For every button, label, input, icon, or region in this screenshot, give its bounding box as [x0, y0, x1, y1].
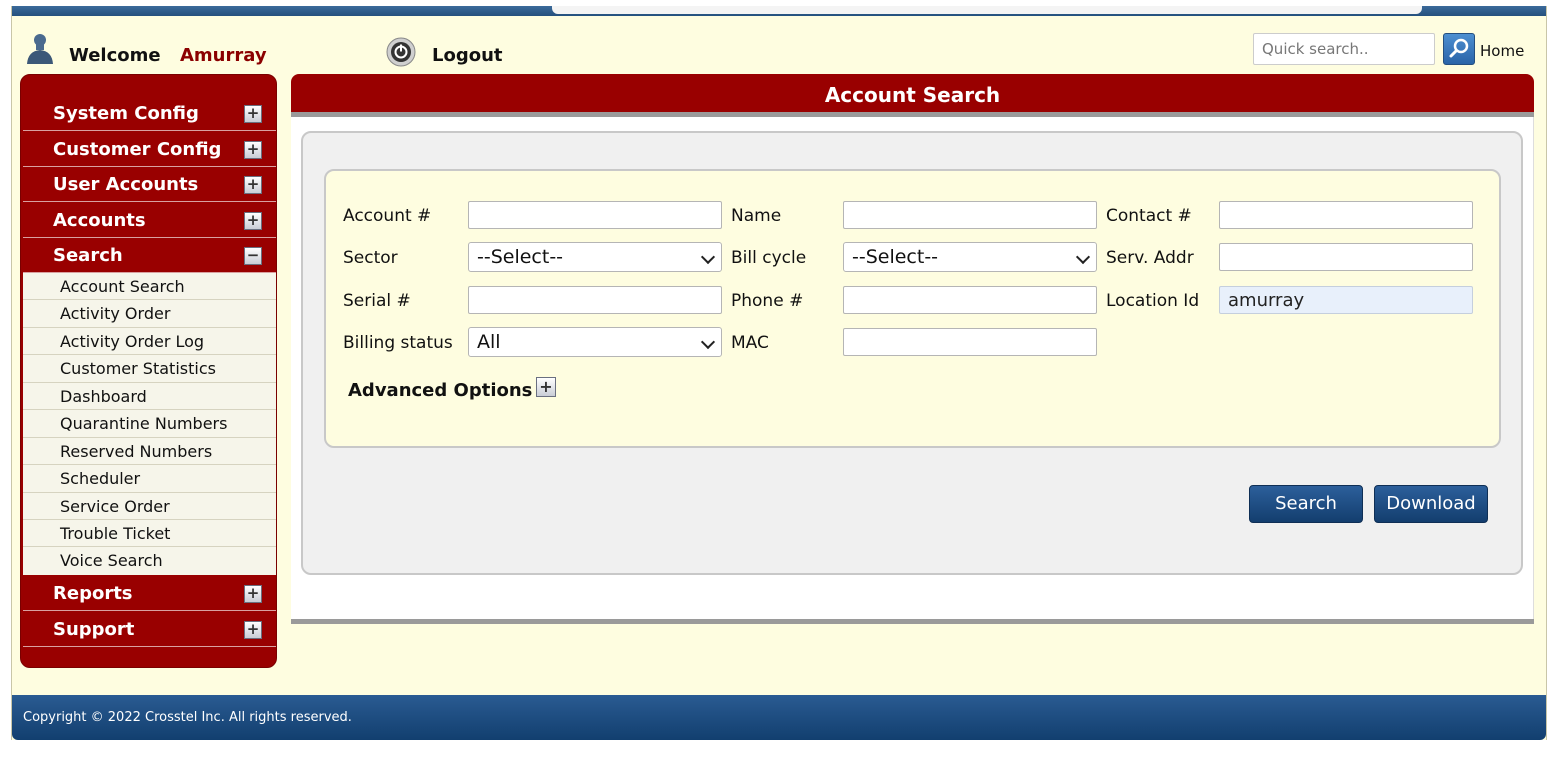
- sidebar-item-user-accounts[interactable]: User Accounts +: [23, 168, 276, 202]
- expand-icon[interactable]: +: [244, 141, 262, 159]
- sector-select[interactable]: --Select--: [468, 242, 722, 272]
- submenu-dashboard[interactable]: Dashboard: [23, 383, 276, 411]
- name-label: Name: [731, 206, 782, 226]
- expand-icon[interactable]: +: [244, 212, 262, 230]
- billing-status-label: Billing status: [343, 333, 453, 353]
- account-input[interactable]: [468, 201, 722, 229]
- advanced-options-label[interactable]: Advanced Options: [348, 380, 532, 401]
- expand-icon[interactable]: +: [244, 621, 262, 639]
- sidebar-item-label: Accounts: [53, 210, 146, 231]
- contact-label: Contact #: [1106, 206, 1192, 226]
- chevron-down-icon: [700, 249, 716, 265]
- submenu-scheduler[interactable]: Scheduler: [23, 465, 276, 493]
- name-input[interactable]: [843, 201, 1097, 229]
- submenu-service-order[interactable]: Service Order: [23, 493, 276, 520]
- user-icon: [27, 34, 53, 64]
- sidebar: System Config + Customer Config + User A…: [20, 74, 277, 668]
- mac-input[interactable]: [843, 328, 1097, 356]
- page-title: Account Search: [291, 74, 1534, 112]
- footer: Copyright © 2022 Crosstel Inc. All right…: [12, 695, 1546, 740]
- chevron-down-icon: [1075, 249, 1091, 265]
- sidebar-item-label: Reports: [53, 583, 133, 604]
- sector-label: Sector: [343, 248, 398, 268]
- expand-icon[interactable]: +: [536, 377, 556, 397]
- sidebar-item-system-config[interactable]: System Config +: [23, 97, 276, 131]
- collapse-icon[interactable]: −: [244, 247, 262, 265]
- submenu-account-search[interactable]: Account Search: [23, 273, 276, 301]
- contact-input[interactable]: [1219, 201, 1473, 229]
- top-bar-notch: [552, 6, 1422, 14]
- logout-link[interactable]: Logout: [432, 45, 503, 66]
- submenu-voice-search[interactable]: Voice Search: [23, 547, 276, 574]
- sidebar-item-support[interactable]: Support +: [23, 613, 276, 647]
- submenu-trouble-ticket[interactable]: Trouble Ticket: [23, 520, 276, 548]
- sidebar-item-label: Customer Config: [53, 139, 222, 160]
- sidebar-item-accounts[interactable]: Accounts +: [23, 204, 276, 238]
- username: Amurray: [180, 45, 267, 66]
- serv-addr-label: Serv. Addr: [1106, 248, 1194, 268]
- quick-search-input[interactable]: [1253, 33, 1435, 65]
- expand-icon[interactable]: +: [244, 105, 262, 123]
- expand-icon[interactable]: +: [244, 176, 262, 194]
- mac-label: MAC: [731, 333, 769, 353]
- expand-icon[interactable]: +: [244, 585, 262, 603]
- serial-label: Serial #: [343, 291, 411, 311]
- search-submenu: Account Search Activity Order Activity O…: [23, 273, 276, 575]
- app-frame: Welcome Amurray Logout Home System Confi…: [11, 6, 1547, 740]
- location-id-label: Location Id: [1106, 291, 1200, 311]
- submenu-activity-order-log[interactable]: Activity Order Log: [23, 328, 276, 356]
- search-button[interactable]: Search: [1249, 485, 1363, 523]
- bill-cycle-label: Bill cycle: [731, 248, 807, 268]
- phone-input[interactable]: [843, 286, 1097, 314]
- copyright-text: Copyright © 2022 Crosstel Inc. All right…: [23, 710, 352, 725]
- sidebar-item-search[interactable]: Search −: [23, 239, 276, 273]
- serv-addr-input[interactable]: [1219, 243, 1473, 271]
- quick-search-button[interactable]: [1443, 33, 1475, 65]
- submenu-activity-order[interactable]: Activity Order: [23, 300, 276, 328]
- phone-label: Phone #: [731, 291, 804, 311]
- submenu-customer-statistics[interactable]: Customer Statistics: [23, 355, 276, 383]
- bill-cycle-select[interactable]: --Select--: [843, 242, 1097, 272]
- sidebar-item-label: System Config: [53, 103, 199, 124]
- sidebar-item-label: Search: [53, 245, 123, 266]
- sidebar-item-customer-config[interactable]: Customer Config +: [23, 133, 276, 167]
- submenu-reserved-numbers[interactable]: Reserved Numbers: [23, 438, 276, 466]
- top-bar: [12, 6, 1546, 16]
- power-icon[interactable]: [386, 37, 416, 67]
- chevron-down-icon: [700, 334, 716, 350]
- panel-bottom-divider: [291, 619, 1534, 624]
- billing-status-select-value: All: [477, 331, 501, 353]
- sidebar-item-label: Support: [53, 619, 135, 640]
- location-id-input[interactable]: [1219, 286, 1473, 314]
- account-label: Account #: [343, 206, 432, 226]
- search-icon: [1449, 38, 1469, 58]
- sidebar-item-reports[interactable]: Reports +: [23, 577, 276, 611]
- submenu-quarantine-numbers[interactable]: Quarantine Numbers: [23, 410, 276, 438]
- download-button[interactable]: Download: [1374, 485, 1488, 523]
- sector-select-value: --Select--: [477, 246, 564, 268]
- sidebar-item-label: User Accounts: [53, 174, 199, 195]
- bill-cycle-select-value: --Select--: [852, 246, 939, 268]
- home-link[interactable]: Home: [1480, 42, 1524, 60]
- billing-status-select[interactable]: All: [468, 327, 722, 357]
- serial-input[interactable]: [468, 286, 722, 314]
- welcome-label: Welcome: [69, 45, 161, 66]
